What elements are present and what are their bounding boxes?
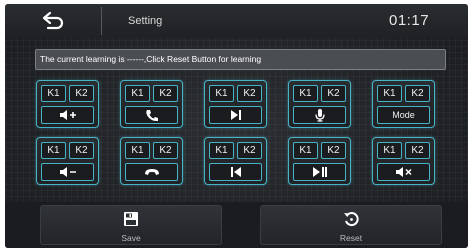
k2-button[interactable]: K2 xyxy=(153,85,178,102)
save-label: Save xyxy=(121,233,141,243)
save-button[interactable]: Save xyxy=(40,205,222,245)
clock: 01:17 xyxy=(389,12,430,29)
key-call-hangup: K1 K2 xyxy=(120,137,183,185)
k2-button[interactable]: K2 xyxy=(237,142,262,159)
k2-button[interactable]: K2 xyxy=(69,142,94,159)
hang-up-icon xyxy=(144,169,159,175)
header-bar: Setting 01:17 xyxy=(5,4,468,38)
back-button[interactable] xyxy=(41,11,67,31)
page-title: Setting xyxy=(128,15,163,27)
key-next-track: K1 K2 xyxy=(204,80,267,128)
k2-button[interactable]: K2 xyxy=(69,85,94,102)
k1-button[interactable]: K1 xyxy=(41,85,66,102)
voice-button[interactable] xyxy=(293,106,346,124)
key-volume-up: K1 K2 xyxy=(36,80,99,128)
key-mute: K1 K2 xyxy=(372,137,435,185)
volume-up-icon xyxy=(59,110,76,120)
volume-down-icon xyxy=(59,167,76,177)
settings-screen: Setting 01:17 The current learning is --… xyxy=(5,4,468,248)
mute-icon xyxy=(395,167,412,177)
k2-button[interactable]: K2 xyxy=(153,142,178,159)
phone-icon xyxy=(145,109,158,121)
previous-track-button[interactable] xyxy=(209,163,262,181)
reset-icon xyxy=(344,212,359,227)
microphone-icon xyxy=(314,109,325,122)
save-icon xyxy=(124,212,138,226)
play-pause-button[interactable] xyxy=(293,163,346,181)
key-mode: K1 K2 Mode xyxy=(372,80,435,128)
key-previous-track: K1 K2 xyxy=(204,137,267,185)
call-answer-button[interactable] xyxy=(125,106,178,124)
previous-track-icon xyxy=(230,167,241,177)
k1-button[interactable]: K1 xyxy=(293,142,318,159)
header-divider xyxy=(101,7,102,35)
k1-button[interactable]: K1 xyxy=(377,142,402,159)
k2-button[interactable]: K2 xyxy=(237,85,262,102)
key-play-pause: K1 K2 xyxy=(288,137,351,185)
k2-button[interactable]: K2 xyxy=(321,85,346,102)
key-call-answer: K1 K2 xyxy=(120,80,183,128)
k2-button[interactable]: K2 xyxy=(321,142,346,159)
k1-button[interactable]: K1 xyxy=(377,85,402,102)
reset-button[interactable]: Reset xyxy=(260,205,442,245)
k1-button[interactable]: K1 xyxy=(209,85,234,102)
key-volume-down: K1 K2 xyxy=(36,137,99,185)
volume-up-button[interactable] xyxy=(41,106,94,124)
volume-down-button[interactable] xyxy=(41,163,94,181)
play-pause-icon xyxy=(312,167,327,177)
next-track-icon xyxy=(230,110,241,120)
k2-button[interactable]: K2 xyxy=(405,85,430,102)
call-hangup-button[interactable] xyxy=(125,163,178,181)
mute-button[interactable] xyxy=(377,163,430,181)
learning-status-bar: The current learning is ------,Click Res… xyxy=(35,49,446,70)
learning-status-text: The current learning is ------,Click Res… xyxy=(40,54,262,64)
k2-button[interactable]: K2 xyxy=(405,142,430,159)
reset-label: Reset xyxy=(339,233,363,243)
k1-button[interactable]: K1 xyxy=(125,85,150,102)
k1-button[interactable]: K1 xyxy=(293,85,318,102)
k1-button[interactable]: K1 xyxy=(125,142,150,159)
k1-button[interactable]: K1 xyxy=(41,142,66,159)
next-track-button[interactable] xyxy=(209,106,262,124)
key-voice: K1 K2 xyxy=(288,80,351,128)
back-arrow-icon xyxy=(42,11,64,30)
mode-button[interactable]: Mode xyxy=(377,106,430,124)
k1-button[interactable]: K1 xyxy=(209,142,234,159)
